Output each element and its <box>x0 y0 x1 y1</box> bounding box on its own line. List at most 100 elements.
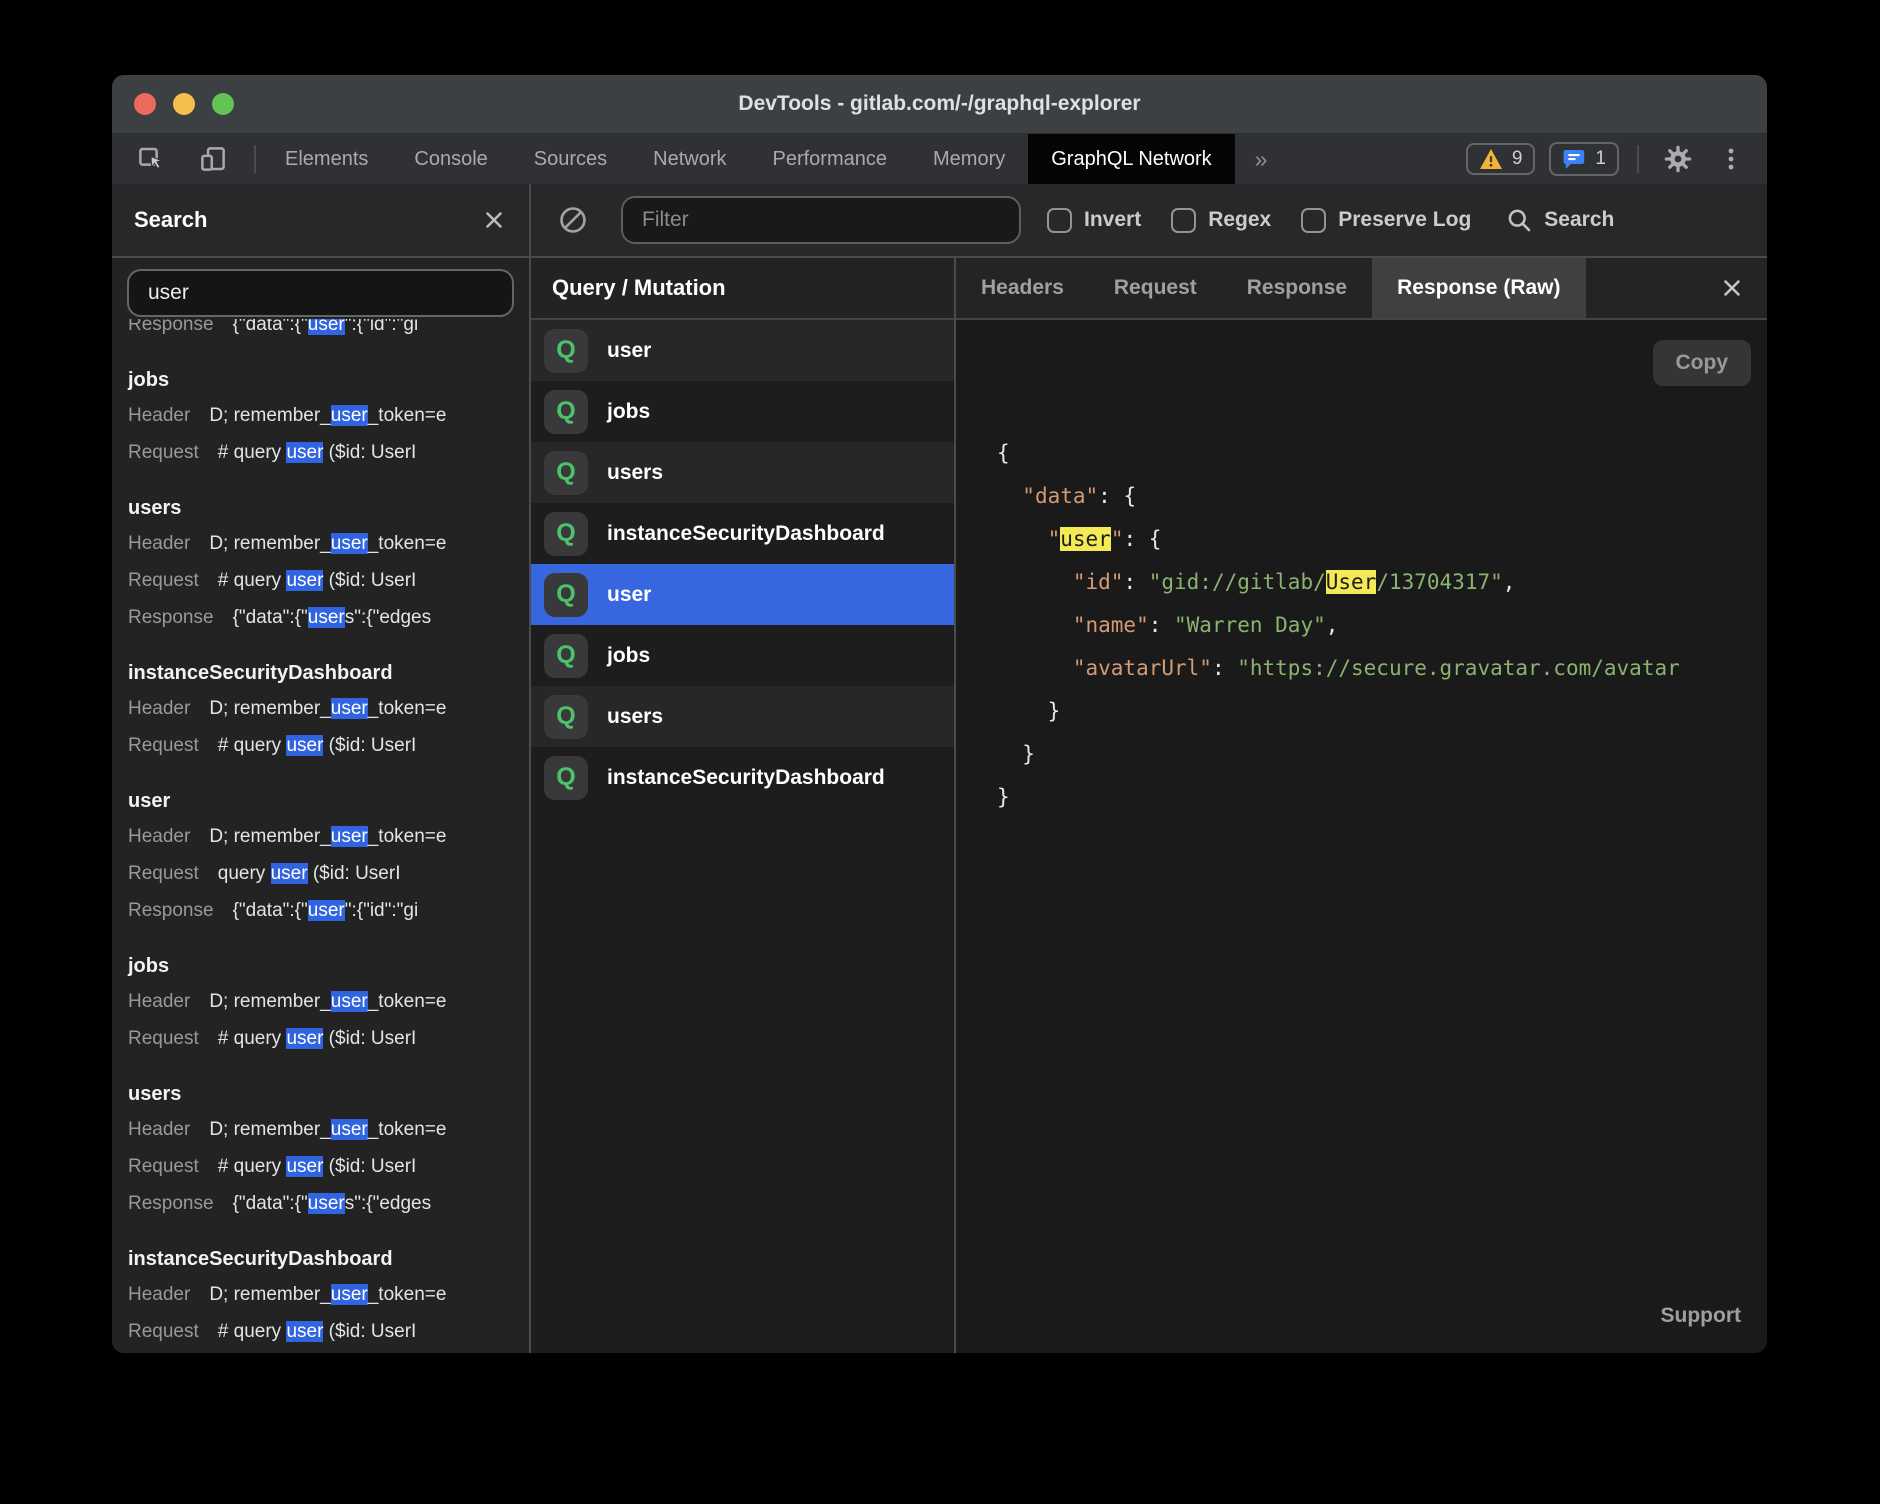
query-list-item[interactable]: Quser <box>531 564 954 625</box>
tab-bar-divider <box>254 145 256 173</box>
query-item-label: jobs <box>607 644 650 668</box>
tab-request[interactable]: Request <box>1089 258 1222 318</box>
list-and-detail: Query / Mutation QuserQjobsQusersQinstan… <box>531 258 1767 1353</box>
search-result-line[interactable]: Requestquery user ($id: UserI <box>128 855 513 892</box>
query-item-label: user <box>607 583 651 607</box>
search-result-label: Request <box>128 1321 199 1342</box>
message-icon <box>1562 147 1586 171</box>
search-result-line[interactable]: Request# query user ($id: UserI <box>128 727 513 764</box>
search-result-line[interactable]: Request# query user ($id: UserI <box>128 1313 513 1350</box>
toolbar-search-button[interactable]: Search <box>1505 206 1614 234</box>
json-token: /13704317" <box>1376 570 1502 594</box>
json-line: "avatarUrl": "https://secure.gravatar.co… <box>997 647 1767 690</box>
checkbox-box-invert[interactable] <box>1047 208 1072 233</box>
close-search-panel-icon[interactable] <box>481 207 507 233</box>
tab-memory[interactable]: Memory <box>910 134 1028 184</box>
more-tabs-button[interactable]: » <box>1235 134 1288 184</box>
search-result-line[interactable]: Response{"data":{"user":{"id":"gi <box>128 892 513 929</box>
search-input[interactable] <box>127 269 514 317</box>
json-token: "id" <box>1073 570 1124 594</box>
search-result-line[interactable]: HeaderD; remember_user_token=e <box>128 690 513 727</box>
tab-console[interactable]: Console <box>391 134 510 184</box>
search-results: Response{"data":{"user":{"id":"gijobsHea… <box>112 319 529 1353</box>
support-link[interactable]: Support <box>1661 1294 1741 1337</box>
issues-badge[interactable]: 1 <box>1549 142 1619 176</box>
clear-log-icon[interactable] <box>551 204 595 236</box>
checkbox-regex[interactable]: Regex <box>1171 208 1271 233</box>
tab-performance[interactable]: Performance <box>750 134 911 184</box>
search-result-heading: instanceSecurityDashboard <box>128 657 513 690</box>
checkbox-invert[interactable]: Invert <box>1047 208 1141 233</box>
query-list-item[interactable]: QinstanceSecurityDashboard <box>531 747 954 808</box>
tab-response[interactable]: Response <box>1222 258 1372 318</box>
response-raw-body: { "data": { "user": { "id": "gid://gitla… <box>956 320 1767 1353</box>
query-list-item[interactable]: Qjobs <box>531 625 954 686</box>
search-result-line[interactable]: HeaderD; remember_user_token=e <box>128 1276 513 1313</box>
devtools-tab-bar: ElementsConsoleSourcesNetworkPerformance… <box>112 134 1767 184</box>
search-result-text: D; remember_ <box>209 1284 330 1305</box>
tab-response-raw[interactable]: Response (Raw) <box>1372 258 1585 318</box>
device-toolbar-icon[interactable] <box>192 144 234 174</box>
query-list-item[interactable]: QinstanceSecurityDashboard <box>531 503 954 564</box>
zoom-window-button[interactable] <box>212 93 234 115</box>
search-result-line[interactable]: HeaderD; remember_user_token=e <box>128 818 513 855</box>
close-detail-panel-icon[interactable] <box>1719 258 1767 318</box>
query-list: QuserQjobsQusersQinstanceSecurityDashboa… <box>531 320 954 1353</box>
search-result-line[interactable]: Request# query user ($id: UserI <box>128 434 513 471</box>
close-window-button[interactable] <box>134 93 156 115</box>
json-token: } <box>997 742 1035 766</box>
tab-bar-right: 9 1 <box>1466 134 1767 184</box>
copy-button[interactable]: Copy <box>1653 340 1752 386</box>
search-result-line[interactable]: Response{"data":{"users":{"edges <box>128 1185 513 1222</box>
search-result-line[interactable]: HeaderD; remember_user_token=e <box>128 525 513 562</box>
search-match-highlight: user <box>286 1028 323 1049</box>
search-result-line[interactable]: Request# query user ($id: UserI <box>128 562 513 599</box>
query-list-item[interactable]: Quser <box>531 320 954 381</box>
checkbox-preserve-log[interactable]: Preserve Log <box>1301 208 1471 233</box>
search-input-row <box>112 258 529 319</box>
search-result-label: Response <box>128 607 214 628</box>
search-result-text: ($id: UserI <box>323 570 416 591</box>
checkbox-box-regex[interactable] <box>1171 208 1196 233</box>
filter-input[interactable] <box>621 196 1021 244</box>
search-result-line[interactable]: Request# query user ($id: UserI <box>128 1148 513 1185</box>
tab-graphql-network[interactable]: GraphQL Network <box>1028 134 1234 184</box>
search-result-line[interactable]: HeaderD; remember_user_token=e <box>128 397 513 434</box>
search-result-line[interactable]: Response{"data":{"users":{"edges <box>128 599 513 636</box>
network-area: InvertRegexPreserve Log Search Query / M… <box>531 184 1767 1353</box>
tab-headers[interactable]: Headers <box>956 258 1089 318</box>
search-result-text: ($id: UserI <box>308 863 401 884</box>
tab-sources[interactable]: Sources <box>511 134 630 184</box>
tab-bar-tools <box>112 134 248 184</box>
search-match-highlight: user <box>331 1119 368 1140</box>
tab-elements[interactable]: Elements <box>262 134 391 184</box>
json-match-highlight: user <box>1060 527 1111 551</box>
search-result-line[interactable]: HeaderD; remember_user_token=e <box>128 983 513 1020</box>
minimize-window-button[interactable] <box>173 93 195 115</box>
inspect-element-icon[interactable] <box>130 144 172 174</box>
search-result-line[interactable]: HeaderD; remember_user_token=e <box>128 1111 513 1148</box>
search-result-text: # query <box>218 570 287 591</box>
json-token: { <box>997 441 1010 465</box>
search-result-line[interactable]: Request# query user ($id: UserI <box>128 1020 513 1057</box>
search-result-label: Request <box>128 863 199 884</box>
json-token: : <box>1212 656 1237 680</box>
settings-gear-icon[interactable] <box>1657 144 1699 174</box>
warnings-badge[interactable]: 9 <box>1466 143 1536 175</box>
json-token: " <box>1111 527 1124 551</box>
checkbox-box-preserve-log[interactable] <box>1301 208 1326 233</box>
json-token <box>997 484 1022 508</box>
search-match-highlight: user <box>331 1284 368 1305</box>
json-token: } <box>997 785 1010 809</box>
tab-network[interactable]: Network <box>630 134 749 184</box>
query-type-badge: Q <box>544 573 588 617</box>
json-line: "data": { <box>997 475 1767 518</box>
search-result-heading: users <box>128 492 513 525</box>
search-match-highlight: user <box>271 863 308 884</box>
search-result-label: Request <box>128 570 199 591</box>
query-list-item[interactable]: Qjobs <box>531 381 954 442</box>
search-result-line[interactable]: Response{"data":{"user":{"id":"gi <box>128 319 513 343</box>
kebab-menu-icon[interactable] <box>1713 145 1749 173</box>
query-list-item[interactable]: Qusers <box>531 686 954 747</box>
query-list-item[interactable]: Qusers <box>531 442 954 503</box>
